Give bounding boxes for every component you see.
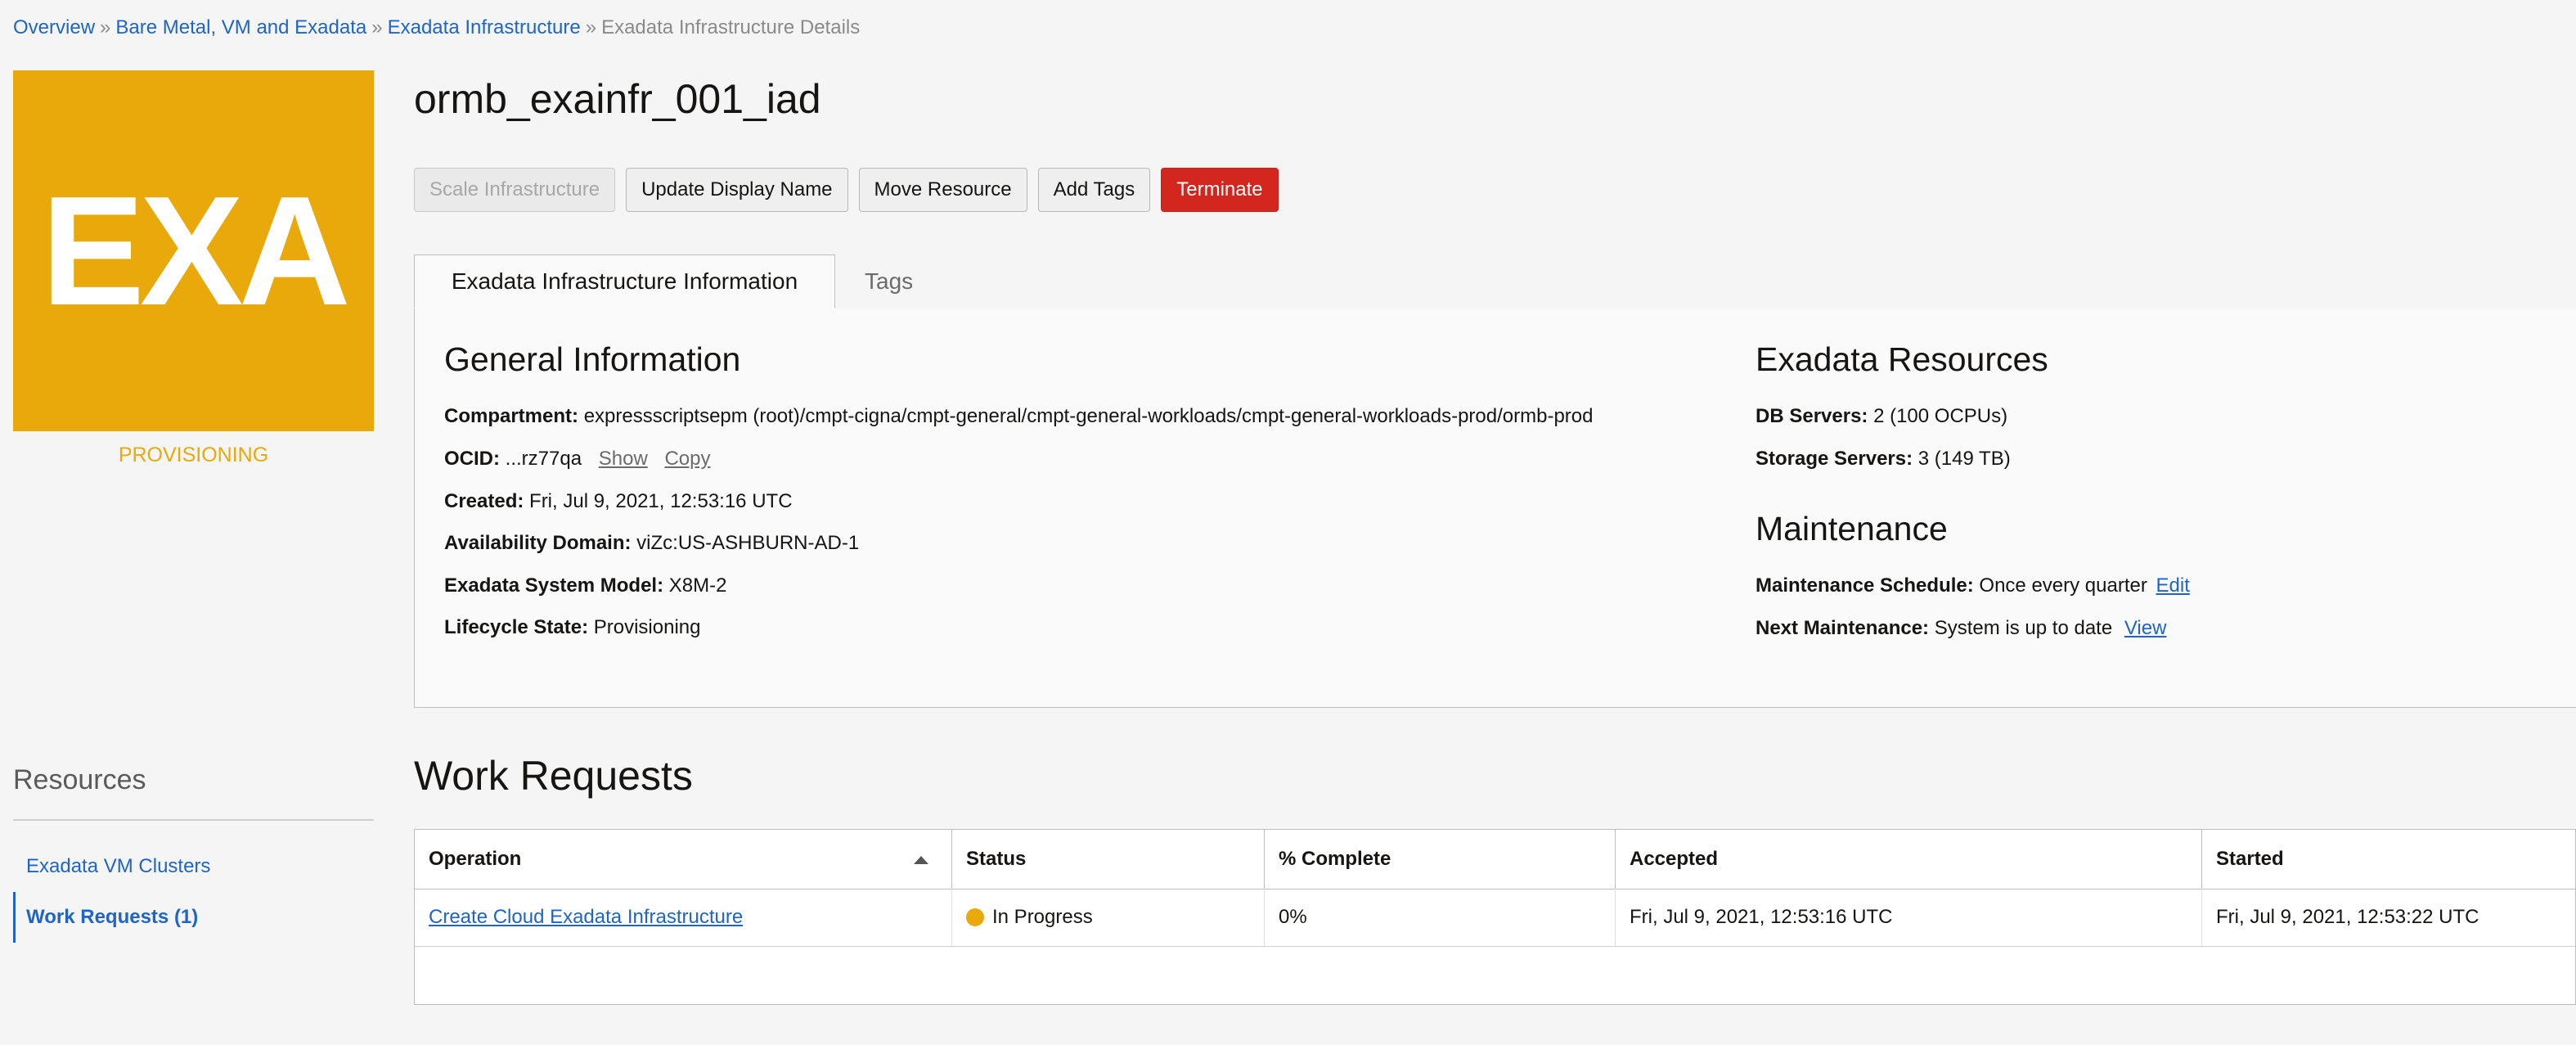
breadcrumb-separator: » (585, 16, 597, 38)
exadata-resources-heading: Exadata Resources (1756, 340, 2048, 378)
maintenance-schedule-value: Once every quarter (1979, 574, 2147, 597)
next-maintenance-view-link[interactable]: View (2124, 617, 2167, 639)
next-maintenance-label: Next Maintenance: (1756, 617, 1930, 639)
tab-tags[interactable]: Tags (865, 254, 913, 309)
lifecycle-status-label: PROVISIONING (118, 444, 269, 466)
system-model-label: Exadata System Model: (444, 574, 664, 597)
column-header-operation-label: Operation (429, 848, 522, 870)
percent-complete-cell: 0% (1265, 889, 1616, 946)
lifecycle-state-label: Lifecycle State: (444, 616, 589, 638)
system-model-value: X8M-2 (668, 574, 727, 597)
status-value: In Progress (992, 906, 1093, 928)
sidebar-item-work-requests[interactable]: Work Requests (1) (13, 892, 198, 943)
column-header-accepted[interactable]: Accepted (1616, 830, 2202, 889)
storage-servers-label: Storage Servers: (1756, 448, 1913, 470)
storage-servers-value: 3 (149 TB) (1917, 448, 2011, 470)
terminate-button[interactable]: Terminate (1161, 168, 1279, 212)
action-toolbar: Scale Infrastructure Update Display Name… (414, 168, 1279, 212)
db-servers-value: 2 (100 OCPUs) (1873, 405, 2008, 427)
sidebar-item-exadata-vm-clusters[interactable]: Exadata VM Clusters (13, 855, 210, 878)
column-header-operation[interactable]: Operation (415, 830, 952, 889)
breadcrumb-separator: » (371, 16, 383, 38)
table-row: Create Cloud Exadata Infrastructure In P… (415, 889, 2575, 947)
lifecycle-state-value: Provisioning (593, 616, 701, 638)
compartment-label: Compartment: (444, 405, 579, 427)
next-maintenance-value: System is up to date (1934, 617, 2113, 639)
created-value: Fri, Jul 9, 2021, 12:53:16 UTC (529, 490, 793, 512)
status-cell: In Progress (952, 889, 1265, 946)
compartment-value: expressscriptsepm (root)/cmpt-cigna/cmpt… (583, 405, 1594, 427)
in-progress-status-icon (966, 908, 984, 926)
created-label: Created: (444, 490, 524, 512)
update-display-name-button[interactable]: Update Display Name (626, 168, 848, 212)
page-title: ormb_exainfr_001_iad (414, 76, 821, 122)
column-header-started[interactable]: Started (2202, 830, 2576, 889)
column-header-status[interactable]: Status (952, 830, 1265, 889)
breadcrumb-exadata-infrastructure[interactable]: Exadata Infrastructure (388, 16, 581, 38)
started-cell: Fri, Jul 9, 2021, 12:53:22 UTC (2216, 906, 2479, 928)
exadata-logo: EXA (13, 70, 374, 431)
ocid-label: OCID: (444, 448, 500, 470)
scale-infrastructure-button[interactable]: Scale Infrastructure (414, 168, 616, 212)
sort-ascending-icon[interactable] (914, 856, 928, 864)
work-requests-table: Operation Status % Complete Accepted Sta… (414, 829, 2576, 1005)
information-panel: General Information Compartment: express… (414, 309, 2576, 708)
work-requests-heading: Work Requests (414, 753, 693, 799)
availability-domain-value: viZc:US-ASHBURN-AD-1 (636, 532, 860, 554)
db-servers-label: DB Servers: (1756, 405, 1868, 427)
add-tags-button[interactable]: Add Tags (1037, 168, 1151, 212)
ocid-row: OCID: ...rz77qa Show Copy (444, 448, 710, 471)
maintenance-edit-link[interactable]: Edit (2156, 574, 2190, 597)
next-maintenance-row: Next Maintenance: System is up to date V… (1756, 617, 2166, 640)
created-row: Created: Fri, Jul 9, 2021, 12:53:16 UTC (444, 490, 793, 513)
system-model-row: Exadata System Model: X8M-2 (444, 574, 726, 597)
ocid-copy-link[interactable]: Copy (664, 448, 710, 470)
move-resource-button[interactable]: Move Resource (858, 168, 1027, 212)
tab-exadata-infrastructure-information[interactable]: Exadata Infrastructure Information (414, 254, 835, 309)
operation-link[interactable]: Create Cloud Exadata Infrastructure (429, 906, 743, 929)
maintenance-schedule-label: Maintenance Schedule: (1756, 574, 1974, 597)
detail-tabs: Exadata Infrastructure Information Tags (414, 254, 2576, 309)
ocid-value: ...rz77qa (505, 448, 582, 470)
db-servers-row: DB Servers: 2 (100 OCPUs) (1756, 405, 2007, 428)
resources-divider (13, 819, 374, 821)
availability-domain-label: Availability Domain: (444, 532, 632, 554)
exadata-logo-text: EXA (41, 164, 351, 338)
column-header-percent-complete[interactable]: % Complete (1265, 830, 1616, 889)
storage-servers-row: Storage Servers: 3 (149 TB) (1756, 448, 2011, 471)
resources-heading: Resources (13, 764, 146, 795)
availability-domain-row: Availability Domain: viZc:US-ASHBURN-AD-… (444, 532, 859, 555)
ocid-show-link[interactable]: Show (599, 448, 648, 470)
operation-cell: Create Cloud Exadata Infrastructure (415, 889, 952, 946)
breadcrumb-separator: » (100, 16, 111, 38)
compartment-row: Compartment: expressscriptsepm (root)/cm… (444, 405, 1593, 428)
breadcrumb: Overview» Bare Metal, VM and Exadata» Exad… (13, 16, 860, 39)
breadcrumb-current: Exadata Infrastructure Details (601, 16, 861, 38)
breadcrumb-overview[interactable]: Overview (13, 16, 95, 38)
general-information-heading: General Information (444, 340, 741, 378)
lifecycle-state-row: Lifecycle State: Provisioning (444, 616, 700, 639)
maintenance-schedule-row: Maintenance Schedule: Once every quarter… (1756, 574, 2190, 597)
breadcrumb-bare-metal[interactable]: Bare Metal, VM and Exadata (115, 16, 366, 38)
accepted-cell: Fri, Jul 9, 2021, 12:53:16 UTC (1616, 889, 2202, 946)
table-header: Operation Status % Complete Accepted Sta… (415, 830, 2575, 890)
maintenance-heading: Maintenance (1756, 510, 1948, 547)
